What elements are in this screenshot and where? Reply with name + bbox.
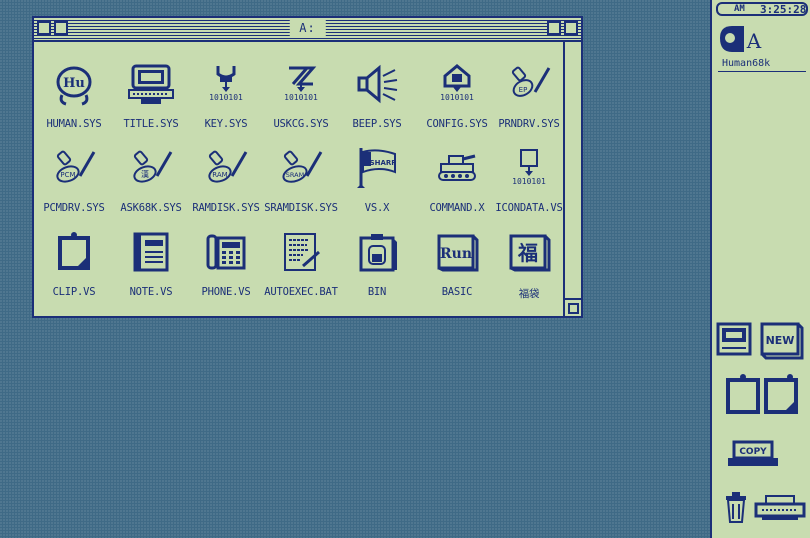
close-box-icon[interactable] — [37, 21, 51, 35]
file-label: BIN — [367, 286, 387, 298]
file-icon-prndrv-sys[interactable]: EP PRNDRV.SYS — [489, 62, 569, 142]
new-label: NEW — [766, 334, 795, 347]
run-caption: Run — [440, 246, 472, 262]
file-label: BEEP.SYS — [352, 118, 402, 130]
file-icon-fukubukuro[interactable]: 福 福袋 — [489, 230, 569, 310]
file-icon-vs-x[interactable]: SHARP VS.X — [337, 146, 417, 226]
speaker-beep-icon — [357, 64, 398, 104]
file-icon-icondata-vs[interactable]: 1010101 ICONDATA.VS — [489, 146, 569, 226]
new-window-icon: NEW — [760, 322, 804, 360]
house-config-icon: 1010101 — [440, 64, 474, 102]
binary-caption: 1010101 — [284, 93, 318, 102]
file-icon-phone-vs[interactable]: PHONE.VS — [186, 230, 266, 310]
device-pen-icon: SRAM — [282, 150, 323, 183]
folder-window[interactable]: A: Hu HUMAN.SYS TITLE.SYS 1010101 KEY.SY… — [32, 16, 583, 318]
file-icon-autoexec-bat[interactable]: AUTOEXEC.BAT — [261, 230, 341, 310]
file-icon-clip-vs[interactable]: CLIP.VS — [34, 230, 114, 310]
window-menu-box-icon[interactable] — [547, 21, 561, 35]
svg-text:Hu: Hu — [63, 76, 85, 91]
copy-machine-icon[interactable]: COPY — [724, 436, 784, 476]
drive-letter: A — [746, 29, 762, 53]
file-icon-key-sys[interactable]: 1010101 KEY.SYS — [186, 62, 266, 142]
tank-command-icon — [438, 154, 476, 181]
notebook-icon — [133, 232, 169, 272]
device-pen-icon: RAM — [208, 150, 248, 183]
file-label: ICONDATA.VS — [495, 202, 563, 214]
icondata-icon: 1010101 — [512, 149, 546, 186]
basic-run-icon: Run — [437, 234, 479, 272]
clipboard-note-icon — [58, 232, 90, 270]
file-label: 福袋 — [518, 288, 540, 300]
binary-caption: 1010101 — [209, 93, 243, 102]
batch-document-icon — [284, 233, 320, 271]
file-icon-ramdisk-sys[interactable]: RAM RAMDISK.SYS — [186, 146, 266, 226]
tool-sidebar: AM 3:25:28 A Human68k NEW COPY — [710, 0, 810, 538]
file-icon-ask68k-sys[interactable]: 漢 ASK68K.SYS — [111, 146, 191, 226]
trash-can-icon[interactable] — [724, 492, 748, 528]
divider — [718, 71, 806, 72]
file-icon-beep-sys[interactable]: BEEP.SYS — [337, 62, 417, 142]
file-icon-uskcg-sys[interactable]: 1010101 USKCG.SYS — [261, 62, 341, 142]
device-caption: SRAM — [286, 171, 304, 179]
file-label: PRNDRV.SYS — [498, 118, 560, 130]
device-caption: 漢 — [141, 169, 149, 179]
file-icon-command-x[interactable]: COMMAND.X — [417, 146, 497, 226]
copy-label: COPY — [739, 447, 767, 457]
file-icon-sramdisk-sys[interactable]: SRAM SRAMDISK.SYS — [261, 146, 341, 226]
keyboard-driver-icon: 1010101 — [209, 66, 243, 102]
zoom-box-icon[interactable] — [54, 21, 68, 35]
device-caption: EP — [519, 86, 528, 94]
file-label: VS.X — [364, 202, 390, 214]
bin-jar-icon — [359, 234, 397, 272]
font-driver-icon: 1010101 — [284, 66, 318, 102]
fuku-caption: 福 — [517, 241, 538, 265]
binary-caption: 1010101 — [512, 177, 546, 186]
terminal-window-icon — [716, 322, 752, 356]
drive-a-icon[interactable]: A — [718, 24, 762, 58]
file-icon-bin[interactable]: BIN — [337, 230, 417, 310]
file-icon-note-vs[interactable]: NOTE.VS — [111, 230, 191, 310]
computer-x68000-icon — [128, 64, 174, 104]
window-title-bar[interactable]: A: — [34, 18, 581, 42]
file-icon-human-sys[interactable]: Hu HUMAN.SYS — [34, 62, 114, 142]
device-pen-icon: PCM — [56, 150, 96, 183]
new-window-tool[interactable]: NEW — [716, 320, 806, 364]
device-caption: RAM — [212, 171, 227, 179]
device-pen-icon: 漢 — [133, 150, 173, 183]
collapse-box-icon[interactable] — [564, 21, 578, 35]
telephone-icon — [206, 234, 246, 270]
clock: AM 3:25:28 — [716, 2, 808, 16]
binary-caption: 1010101 — [440, 93, 474, 102]
file-icon-pcmdrv-sys[interactable]: PCM PCMDRV.SYS — [34, 146, 114, 226]
window-title: A: — [289, 20, 326, 36]
clock-ampm: AM — [734, 4, 745, 14]
drive-label: Human68k — [722, 58, 771, 69]
flag-caption: SHARP — [370, 159, 397, 167]
human-hu-icon: Hu — [56, 66, 92, 106]
clipboard-pair-icon[interactable] — [724, 372, 804, 422]
file-icon-config-sys[interactable]: 1010101 CONFIG.SYS — [417, 62, 497, 142]
device-pen-icon: EP — [511, 66, 551, 97]
printer-icon[interactable] — [754, 494, 806, 526]
fukubukuro-icon: 福 — [509, 234, 551, 272]
device-caption: PCM — [60, 171, 75, 179]
file-icon-title-sys[interactable]: TITLE.SYS — [111, 62, 191, 142]
sharp-flag-icon: SHARP — [357, 148, 397, 188]
clock-time: 3:25:28 — [760, 3, 807, 16]
